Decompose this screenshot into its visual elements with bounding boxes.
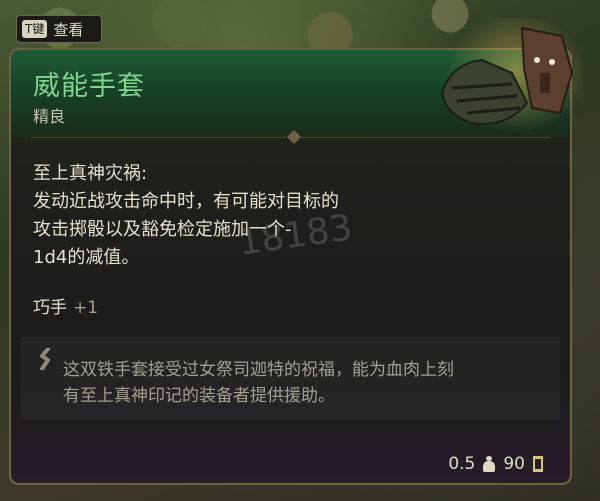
lore-quote-icon — [39, 347, 53, 376]
lore-line: 有至上真神印记的装备者提供援助。 — [63, 386, 335, 406]
coin-icon — [533, 456, 543, 472]
lore-line: 这双铁手套接受过女祭司迦特的祝福，能为血肉上刻 — [63, 360, 454, 380]
item-name: 威能手套 — [33, 71, 145, 102]
lore-text: 这双铁手套接受过女祭司迦特的祝福，能为血肉上刻 有至上真神印记的装备者提供援助。 — [63, 357, 553, 409]
inspect-label: 查看 — [53, 20, 84, 39]
item-footer: 0.5 90 — [448, 454, 543, 474]
gauntlet-item-image — [422, 13, 587, 148]
weight-value: 0.5 — [448, 454, 476, 474]
weight-icon — [483, 456, 496, 472]
inspect-keyhint[interactable]: T键 查看 — [16, 15, 102, 43]
bonus-label: 巧手 — [33, 298, 67, 318]
item-rarity: 精良 — [33, 107, 66, 126]
price-value: 90 — [503, 454, 525, 474]
stat-bonus: 巧手 +1 — [33, 293, 98, 318]
keycap-t: T键 — [22, 20, 48, 38]
effect-line: 发动近战攻击命中时，有可能对目标的 — [33, 191, 339, 212]
bonus-value: +1 — [73, 298, 99, 318]
effect-title: 至上真神灾祸: — [33, 163, 148, 184]
